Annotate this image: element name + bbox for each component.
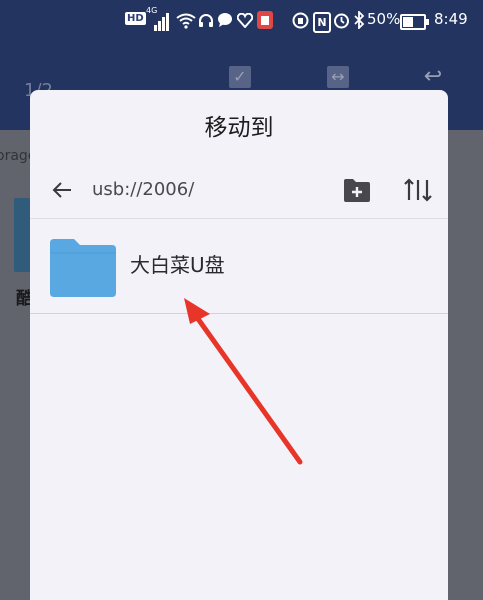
- headset-icon: [199, 14, 213, 27]
- notification-app-icon: [257, 11, 273, 29]
- nfc-icon: N: [313, 12, 331, 33]
- folder-name: 大白菜U盘: [130, 253, 225, 277]
- battery-icon: [400, 14, 429, 30]
- folder-list-item[interactable]: 大白菜U盘: [30, 219, 448, 313]
- clock: 8:49: [434, 10, 468, 28]
- dialog-title: 移动到: [204, 115, 274, 141]
- signal-icon: [146, 11, 172, 31]
- alarm-icon: [334, 13, 349, 29]
- message-icon: [218, 13, 232, 27]
- rotation-lock-icon: [292, 12, 309, 29]
- status-bar: HD 4G N 50% 8:49: [0, 0, 483, 44]
- wifi-icon: [176, 13, 196, 29]
- divider: [30, 313, 448, 314]
- sort-icon[interactable]: [404, 176, 432, 204]
- heart-app-icon: [237, 13, 253, 28]
- current-path: usb://2006/: [92, 179, 195, 200]
- battery-percent: 50%: [367, 10, 401, 28]
- move-to-dialog: 移动到 usb://2006/ 大白菜U盘: [30, 90, 448, 600]
- folder-icon: [50, 239, 116, 297]
- back-arrow-icon[interactable]: [50, 178, 74, 202]
- new-folder-icon[interactable]: [343, 177, 371, 203]
- bluetooth-icon: [354, 11, 365, 29]
- hd-badge: HD: [125, 12, 146, 25]
